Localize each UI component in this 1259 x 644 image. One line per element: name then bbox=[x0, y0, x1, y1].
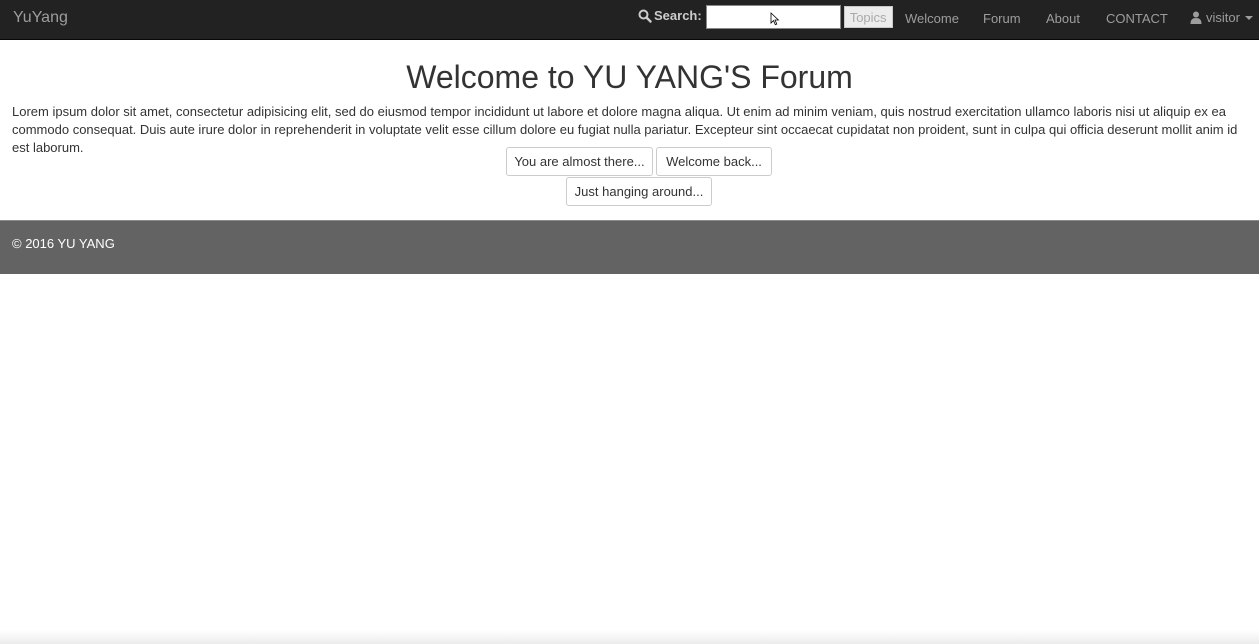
almost-there-button[interactable]: You are almost there... bbox=[506, 147, 653, 176]
hanging-around-button[interactable]: Just hanging around... bbox=[566, 177, 712, 206]
user-icon bbox=[1190, 11, 1202, 24]
user-name-label: visitor bbox=[1206, 10, 1240, 25]
nav-link-about[interactable]: About bbox=[1046, 11, 1080, 26]
bottom-edge-shade bbox=[0, 630, 1259, 644]
page-footer: © 2016 YU YANG bbox=[0, 220, 1259, 274]
search-label: Search: bbox=[654, 8, 702, 23]
welcome-back-button[interactable]: Welcome back... bbox=[656, 147, 772, 176]
copyright-text: © 2016 YU YANG bbox=[12, 236, 115, 251]
search-icon bbox=[638, 9, 652, 23]
search-form: Search: Topics bbox=[638, 5, 893, 29]
top-navbar: YuYang Search: Topics Welcome Forum Abou… bbox=[0, 0, 1259, 40]
user-dropdown[interactable]: visitor bbox=[1190, 10, 1253, 25]
nav-link-welcome[interactable]: Welcome bbox=[905, 11, 959, 26]
page-title: Welcome to YU YANG'S Forum bbox=[406, 59, 853, 95]
nav-link-contact[interactable]: CONTACT bbox=[1106, 11, 1168, 26]
mouse-cursor-icon bbox=[770, 12, 780, 26]
chevron-down-icon bbox=[1244, 16, 1253, 20]
nav-link-forum[interactable]: Forum bbox=[983, 11, 1021, 26]
topics-search-button[interactable]: Topics bbox=[843, 6, 893, 28]
brand-link[interactable]: YuYang bbox=[13, 9, 68, 27]
